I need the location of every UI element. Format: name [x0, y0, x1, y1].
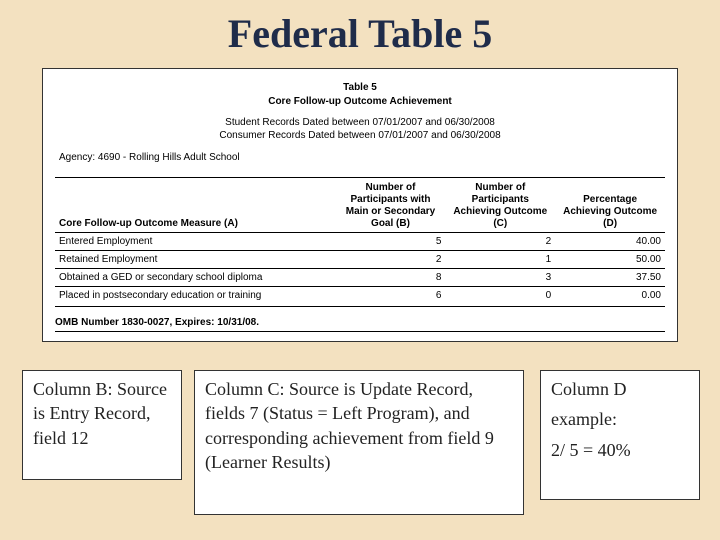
- table-caption: Table 5: [55, 81, 665, 95]
- annotation-d-line3: 2/ 5 = 40%: [551, 438, 689, 462]
- table-row: Entered Employment 5 2 40.00: [55, 233, 665, 251]
- annotation-column-d: Column D example: 2/ 5 = 40%: [540, 370, 700, 500]
- date-line-2: Consumer Records Dated between 07/01/200…: [55, 129, 665, 142]
- cell-b: 6: [336, 287, 446, 305]
- row-label: Entered Employment: [55, 233, 336, 251]
- cell-c: 3: [445, 269, 555, 287]
- table-header-row: Core Follow-up Outcome Measure (A) Numbe…: [55, 180, 665, 233]
- cell-b: 5: [336, 233, 446, 251]
- cell-d: 37.50: [555, 269, 665, 287]
- cell-c: 1: [445, 251, 555, 269]
- report-date-range: Student Records Dated between 07/01/2007…: [55, 116, 665, 142]
- annotation-column-b: Column B: Source is Entry Record, field …: [22, 370, 182, 480]
- cell-b: 8: [336, 269, 446, 287]
- col-header-d: Percentage Achieving Outcome (D): [555, 180, 665, 233]
- table-row: Obtained a GED or secondary school diplo…: [55, 269, 665, 287]
- table-row: Placed in postsecondary education or tra…: [55, 287, 665, 305]
- omb-line: OMB Number 1830-0027, Expires: 10/31/08.: [55, 317, 665, 328]
- table-row: Retained Employment 2 1 50.00: [55, 251, 665, 269]
- annotation-d-line1: Column D: [551, 377, 689, 401]
- row-label: Placed in postsecondary education or tra…: [55, 287, 336, 305]
- agency-line: Agency: 4690 - Rolling Hills Adult Schoo…: [59, 152, 665, 163]
- row-label: Retained Employment: [55, 251, 336, 269]
- cell-c: 2: [445, 233, 555, 251]
- annotation-d-line2: example:: [551, 407, 689, 431]
- cell-b: 2: [336, 251, 446, 269]
- cell-c: 0: [445, 287, 555, 305]
- report-table: Core Follow-up Outcome Measure (A) Numbe…: [55, 180, 665, 304]
- date-line-1: Student Records Dated between 07/01/2007…: [55, 116, 665, 129]
- col-header-c: Number of Participants Achieving Outcome…: [445, 180, 555, 233]
- report-panel: Table 5 Core Follow-up Outcome Achieveme…: [42, 68, 678, 342]
- col-header-b: Number of Participants with Main or Seco…: [336, 180, 446, 233]
- cell-d: 0.00: [555, 287, 665, 305]
- cell-d: 50.00: [555, 251, 665, 269]
- page-title: Federal Table 5: [0, 10, 720, 57]
- annotation-column-c: Column C: Source is Update Record, field…: [194, 370, 524, 515]
- col-header-a: Core Follow-up Outcome Measure (A): [55, 180, 336, 233]
- table-subtitle: Core Follow-up Outcome Achievement: [55, 95, 665, 109]
- row-label: Obtained a GED or secondary school diplo…: [55, 269, 336, 287]
- cell-d: 40.00: [555, 233, 665, 251]
- slide: Federal Table 5 Table 5 Core Follow-up O…: [0, 0, 720, 540]
- report-caption: Table 5 Core Follow-up Outcome Achieveme…: [55, 81, 665, 108]
